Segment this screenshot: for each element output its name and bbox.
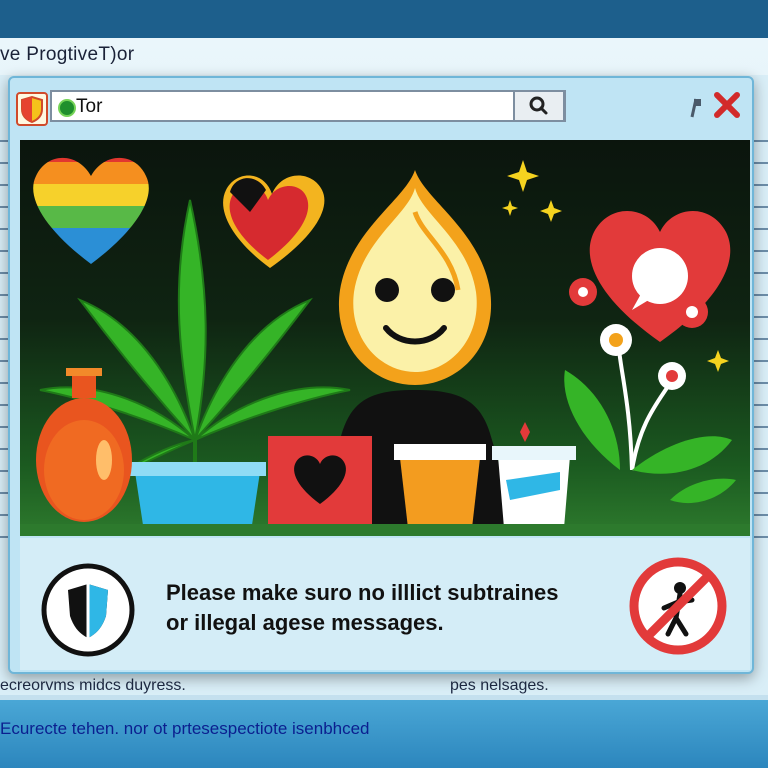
warning-message-line2: or illegal agese messages. xyxy=(166,610,444,635)
orange-cup xyxy=(394,444,486,528)
plant-pot xyxy=(135,472,260,525)
tor-status-icon xyxy=(58,99,76,117)
pin-icon xyxy=(690,98,701,118)
background-window-title: ve ProgtiveT)or xyxy=(0,44,135,65)
shield-icon xyxy=(40,562,136,658)
background-right-text-lines xyxy=(752,140,768,540)
tor-onion-mascot-illustration xyxy=(20,157,750,536)
search-button[interactable] xyxy=(513,90,565,122)
rainbow-heart-icon xyxy=(33,157,149,264)
warning-message-box: Please make suro no illlict subtraines o… xyxy=(20,538,750,670)
heart-box xyxy=(268,436,372,528)
address-text: Tor xyxy=(76,96,103,117)
white-flower-plant xyxy=(564,324,736,504)
background-text-left: ecreorvms midcs duyress. xyxy=(0,677,186,694)
address-bar[interactable]: Tor xyxy=(50,90,566,122)
prohibited-icon xyxy=(628,556,728,656)
warning-message: Please make suro no illlict subtraines o… xyxy=(166,578,626,638)
onion-mascot xyxy=(338,170,492,385)
pin-button[interactable] xyxy=(682,96,706,120)
illustration-banner xyxy=(20,140,750,536)
background-footer-text: Ecurecte tehen. nor ot prtesespectiote i… xyxy=(0,719,370,738)
white-cup xyxy=(492,446,576,528)
close-button[interactable] xyxy=(710,88,744,122)
background-text-right: pes nelsages. xyxy=(450,677,549,694)
warning-message-line1: Please make suro no illlict subtraines xyxy=(166,580,559,605)
tor-warning-dialog: Tor Please make suro no illlict subtrain… xyxy=(8,76,754,674)
browser-shield-icon xyxy=(16,92,48,126)
search-icon xyxy=(529,96,548,115)
close-icon xyxy=(714,92,740,118)
dialog-titlebar: Tor xyxy=(10,78,752,138)
